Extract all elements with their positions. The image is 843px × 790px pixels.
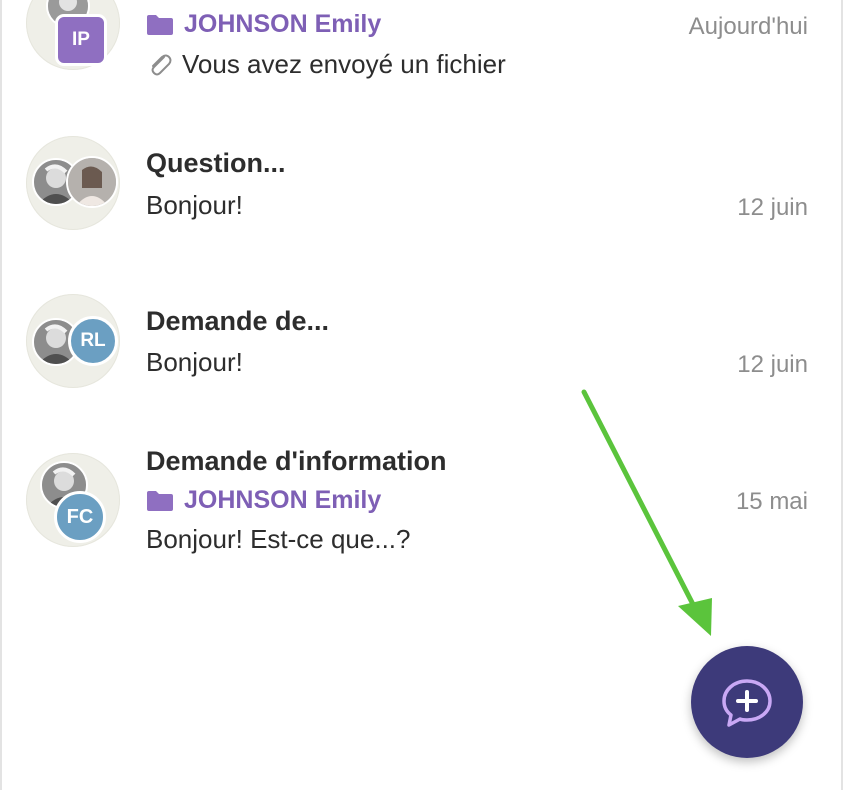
conversation-avatar: FC — [26, 453, 120, 547]
conversation-avatar: RL — [26, 294, 120, 388]
participant-initials: FC — [54, 491, 106, 543]
preview-text: Bonjour! Est-ce que...? — [146, 524, 411, 554]
conversation-title: Demande d'information — [146, 446, 447, 476]
conversation-preview: Bonjour! — [146, 190, 243, 221]
conversation-preview: Vous avez envoyé un fichier — [146, 49, 506, 80]
conversation-date: 15 mai — [735, 488, 808, 515]
new-conversation-button[interactable] — [691, 646, 803, 758]
conversation-folder: JOHNSON Emily — [146, 10, 381, 39]
participant-initials: IP — [55, 14, 107, 66]
conversation-row[interactable]: FC Demande d'information JOHNSON Emily B… — [0, 440, 843, 590]
conversation-date: Aujourd'hui — [688, 13, 808, 40]
folder-icon — [147, 14, 173, 35]
preview-text: Bonjour! — [146, 190, 243, 220]
folder-name: JOHNSON Emily — [184, 486, 382, 514]
participant-photo — [66, 156, 118, 208]
conversation-avatar — [26, 136, 120, 230]
conversation-title: Question... — [146, 148, 286, 178]
paperclip-icon — [151, 54, 172, 75]
folder-name: JOHNSON Emily — [184, 10, 382, 38]
conversation-preview: Bonjour! — [146, 347, 243, 378]
participant-initials: RL — [68, 316, 118, 366]
conversation-avatar: IP — [26, 0, 120, 70]
folder-icon — [147, 490, 173, 511]
conversation-folder: JOHNSON Emily — [146, 486, 381, 515]
conversation-row[interactable]: Question... Bonjour! 12 juin — [0, 120, 843, 270]
conversation-date: 12 juin — [737, 351, 808, 378]
chat-plus-icon — [722, 679, 772, 727]
conversation-preview: Bonjour! Est-ce que...? — [146, 524, 410, 555]
conversation-row[interactable]: IP JOHNSON Emily Vous avez envoyé un fic… — [0, 0, 843, 105]
conversation-row[interactable]: RL Demande de... Bonjour! 12 juin — [0, 280, 843, 430]
preview-text: Bonjour! — [146, 347, 243, 377]
conversation-date: 12 juin — [737, 194, 808, 221]
conversation-title: Demande de... — [146, 306, 330, 336]
preview-text: Vous avez envoyé un fichier — [182, 49, 506, 79]
